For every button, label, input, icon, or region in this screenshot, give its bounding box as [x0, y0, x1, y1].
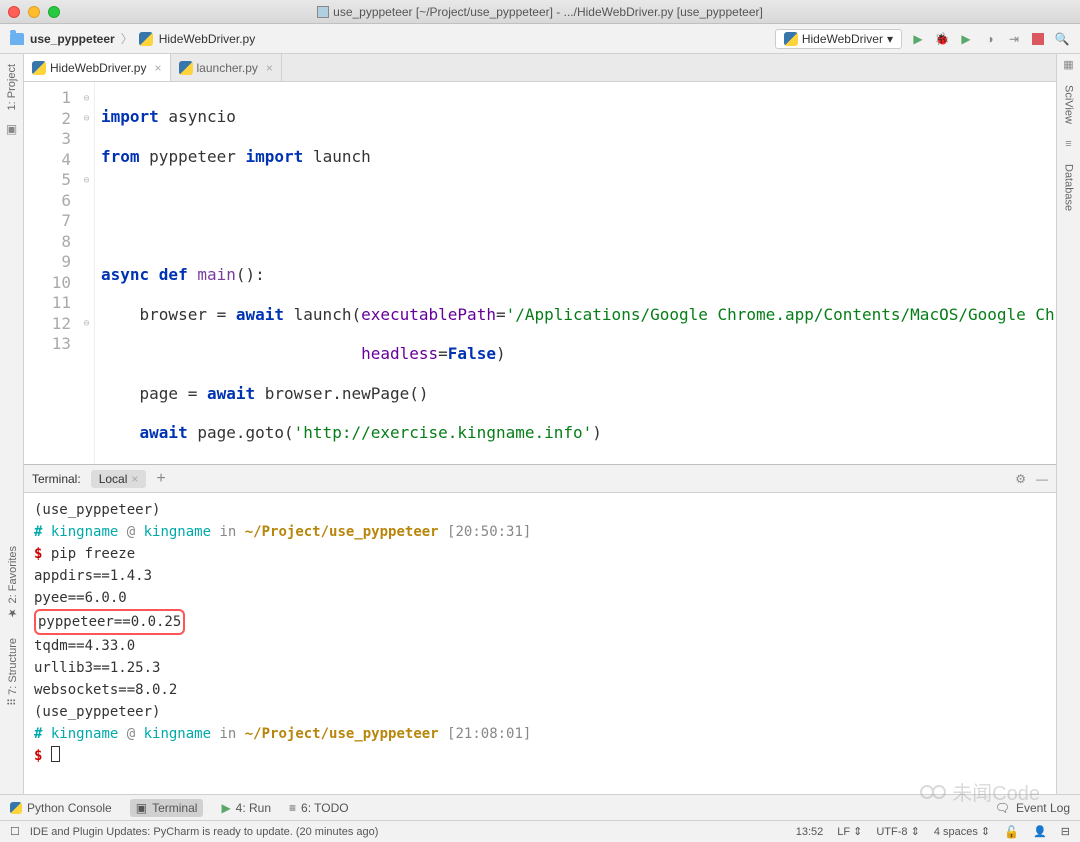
structure-tool-tab[interactable]: ⠿ 7: Structure: [6, 638, 19, 706]
favorites-tool-tab[interactable]: ★ 2: Favorites: [6, 546, 19, 620]
terminal-hide-icon[interactable]: —: [1036, 472, 1048, 486]
run-with-coverage-button[interactable]: ▶: [958, 31, 974, 47]
python-file-icon: [139, 32, 153, 46]
close-tab-icon[interactable]: ×: [154, 61, 161, 75]
chevron-down-icon: ▾: [887, 32, 893, 46]
debug-button[interactable]: 🐞: [934, 31, 950, 47]
database-tool-tab[interactable]: Database: [1063, 164, 1075, 211]
window-title: use_pyppeteer [~/Project/use_pyppeteer] …: [0, 5, 1080, 19]
left-tool-strip-lower: ★ 2: Favorites ⠿ 7: Structure: [0, 540, 24, 724]
terminal-new-tab[interactable]: +: [156, 470, 165, 488]
bottom-tool-tabs: Python Console ▣Terminal ▶4: Run ≡6: TOD…: [0, 794, 1080, 820]
breadcrumb-file[interactable]: HideWebDriver.py: [159, 32, 255, 46]
todo-icon: ≡: [289, 801, 296, 815]
terminal-tab-local[interactable]: Local ×: [91, 470, 147, 488]
python-icon: [10, 802, 22, 814]
terminal-output[interactable]: (use_pyppeteer) # kingname @ kingname in…: [24, 493, 1056, 794]
highlighted-package: pyppeteer==0.0.25: [34, 609, 185, 635]
breadcrumb-project[interactable]: use_pyppeteer: [30, 32, 115, 46]
tab-launcher[interactable]: launcher.py ×: [171, 54, 282, 81]
fold-gutter: ⊖⊖⊖⊖: [79, 82, 95, 464]
memory-icon[interactable]: ⊟: [1061, 825, 1070, 838]
play-icon: ▶: [221, 801, 230, 815]
status-encoding[interactable]: UTF-8 ⇕: [876, 825, 919, 838]
database-icon: ≡: [1065, 138, 1071, 150]
sciview-icon: ▦: [1063, 58, 1073, 71]
watermark: 未闻Code: [920, 777, 1040, 806]
status-time: 13:52: [796, 826, 824, 838]
status-icon: ☐: [10, 825, 20, 838]
status-bar: ☐ IDE and Plugin Updates: PyCharm is rea…: [0, 820, 1080, 842]
terminal-cursor: [51, 746, 60, 762]
terminal-header: Terminal: Local × + ⚙ —: [24, 465, 1056, 493]
run-button[interactable]: ▶: [910, 31, 926, 47]
tab-hidewebdriver[interactable]: HideWebDriver.py ×: [24, 54, 171, 81]
hector-icon[interactable]: 👤: [1033, 825, 1047, 838]
terminal-settings-icon[interactable]: ⚙: [1015, 472, 1026, 486]
python-file-icon: [179, 61, 193, 75]
status-message: IDE and Plugin Updates: PyCharm is ready…: [30, 826, 379, 838]
nav-toolbar: use_pyppeteer 〉 HideWebDriver.py HideWeb…: [0, 24, 1080, 54]
terminal-tab[interactable]: ▣Terminal: [130, 799, 204, 817]
search-everywhere-button[interactable]: 🔍: [1054, 31, 1070, 47]
project-tool-tab[interactable]: 1: Project: [6, 64, 18, 110]
profile-button[interactable]: ◑: [982, 31, 998, 47]
attach-button[interactable]: ⇥: [1006, 31, 1022, 47]
breadcrumb-separator: 〉: [121, 30, 133, 47]
editor-tabs: HideWebDriver.py × launcher.py ×: [24, 54, 1056, 82]
sciview-tool-tab[interactable]: SciView: [1063, 85, 1075, 124]
terminal-title: Terminal:: [32, 472, 81, 486]
close-tab-icon[interactable]: ×: [266, 61, 273, 75]
code-editor[interactable]: 12345678910111213 ⊖⊖⊖⊖ import asyncio fr…: [24, 82, 1056, 464]
status-indent[interactable]: 4 spaces ⇕: [934, 825, 990, 838]
right-tool-strip: ▦ SciView ≡ Database: [1056, 54, 1080, 794]
todo-tab[interactable]: ≡6: TODO: [289, 801, 349, 815]
python-console-tab[interactable]: Python Console: [10, 801, 112, 815]
python-icon: [784, 32, 798, 46]
terminal-panel: Terminal: Local × + ⚙ — (use_pyppeteer) …: [24, 464, 1056, 794]
python-file-icon: [32, 61, 46, 75]
run-tab[interactable]: ▶4: Run: [221, 801, 271, 815]
terminal-icon: ▣: [136, 801, 147, 815]
code-content[interactable]: import asyncio from pyppeteer import lau…: [95, 82, 1056, 464]
project-icon: ▣: [6, 122, 17, 136]
line-numbers: 12345678910111213: [24, 82, 79, 464]
file-icon: [317, 6, 329, 18]
run-config-selector[interactable]: HideWebDriver ▾: [775, 29, 902, 49]
status-line-separator[interactable]: LF ⇕: [837, 825, 862, 838]
lock-icon[interactable]: 🔓: [1004, 825, 1019, 839]
folder-icon: [10, 33, 24, 45]
title-bar: use_pyppeteer [~/Project/use_pyppeteer] …: [0, 0, 1080, 24]
stop-button[interactable]: [1030, 31, 1046, 47]
